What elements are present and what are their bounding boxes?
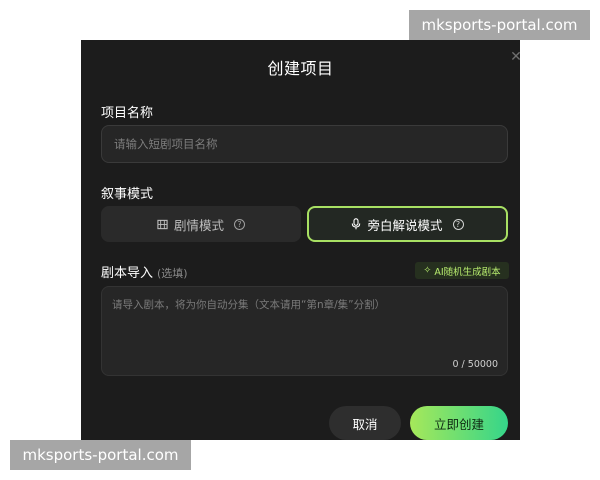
create-project-dialog: ✕ 创建项目 项目名称 叙事模式 剧情模式 ? 旁白解说模式 ? 剧本导入(选填… — [81, 40, 520, 440]
create-now-button[interactable]: 立即创建 — [410, 406, 508, 440]
sparkle-icon: ✧ — [423, 265, 432, 276]
watermark-top: mksports-portal.com — [409, 10, 590, 40]
project-name-input[interactable] — [101, 125, 508, 163]
script-import-optional-hint: (选填) — [157, 267, 188, 280]
screen: ✕ 创建项目 项目名称 叙事模式 剧情模式 ? 旁白解说模式 ? 剧本导入(选填… — [0, 0, 600, 480]
project-name-label: 项目名称 — [101, 106, 154, 121]
mode-option-plot[interactable]: 剧情模式 ? — [101, 206, 301, 242]
narrative-mode-label: 叙事模式 — [101, 187, 154, 202]
film-icon — [157, 219, 168, 230]
dialog-title: 创建项目 — [267, 59, 334, 78]
cancel-button[interactable]: 取消 — [329, 406, 401, 440]
ai-generate-script-button[interactable]: ✧ AI随机生成剧本 — [415, 262, 509, 279]
mode-option-narration-label: 旁白解说模式 — [367, 217, 443, 233]
script-import-title: 剧本导入 — [101, 266, 154, 281]
mode-option-plot-label: 剧情模式 — [173, 217, 224, 233]
help-icon[interactable]: ? — [234, 218, 245, 230]
character-counter: 0 / 50000 — [452, 359, 498, 370]
script-import-textarea[interactable] — [101, 286, 508, 376]
microphone-icon — [351, 218, 361, 230]
ai-generate-script-label: AI随机生成剧本 — [434, 266, 501, 278]
mode-option-narration[interactable]: 旁白解说模式 ? — [307, 206, 508, 242]
help-icon[interactable]: ? — [452, 218, 464, 230]
script-import-label: 剧本导入 (选填) — [101, 262, 188, 281]
watermark-bottom: mksports-portal.com — [10, 440, 191, 470]
